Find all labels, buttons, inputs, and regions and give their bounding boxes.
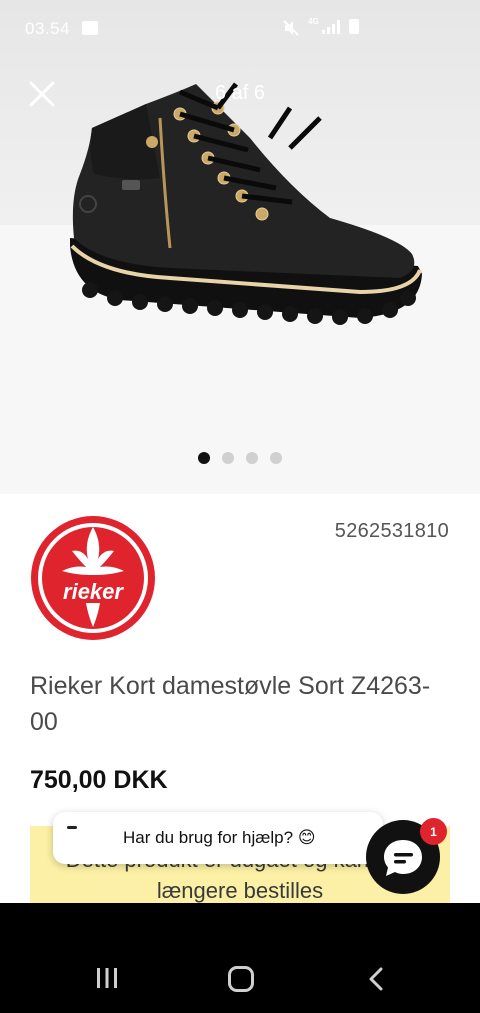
bubble-dismiss-handle[interactable] (67, 826, 77, 829)
brand-logo[interactable]: rieker (30, 515, 156, 641)
status-bar: 03.54 4G (0, 0, 480, 58)
product-price: 750,00 DKK (30, 766, 168, 794)
product-sku: 5262531810 (334, 520, 449, 542)
status-time: 03.54 (25, 19, 71, 38)
chat-unread-badge: 1 (420, 818, 447, 845)
battery-icon (349, 19, 359, 34)
image-counter: 6 af 6 (214, 82, 266, 104)
pagination-dot[interactable] (222, 452, 234, 464)
signal-icon (322, 20, 340, 34)
product-image (70, 82, 422, 325)
chat-prompt-bubble[interactable]: Har du brug for hjælp? 😊 (53, 812, 383, 864)
gallery-notification-icon (82, 21, 98, 35)
mute-icon (283, 20, 299, 36)
system-navigation-bar (0, 903, 480, 1013)
home-icon[interactable] (228, 966, 254, 992)
chat-prompt-text: Har du brug for hjælp? 😊 (123, 828, 316, 847)
pagination-dot[interactable] (198, 452, 210, 464)
gallery-pagination (0, 452, 480, 464)
pagination-dot[interactable] (270, 452, 282, 464)
product-image-gallery[interactable]: 03.54 4G 6 af 6 (0, 0, 480, 494)
pagination-dot[interactable] (246, 452, 258, 464)
brand-logo-text: rieker (63, 579, 124, 604)
recent-apps-icon[interactable] (95, 966, 119, 990)
network-type: 4G (308, 17, 319, 26)
back-icon[interactable] (367, 967, 385, 991)
product-title: Rieker Kort damestøvle Sort Z4263-00 (30, 672, 431, 736)
